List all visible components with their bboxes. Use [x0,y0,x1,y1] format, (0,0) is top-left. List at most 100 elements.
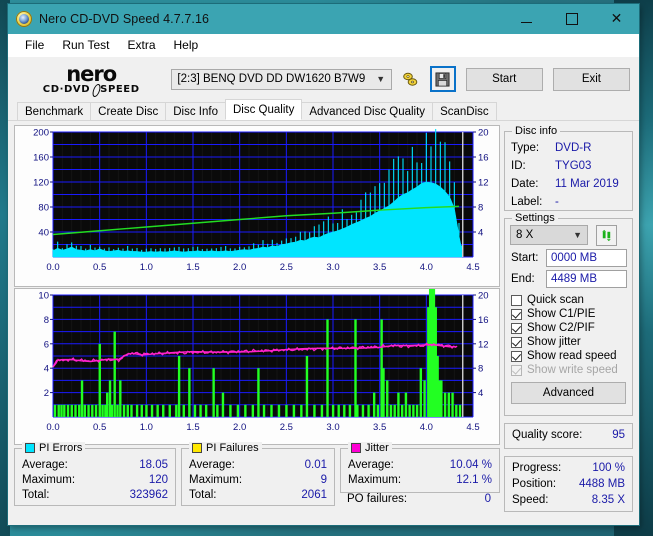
svg-text:20: 20 [478,128,489,139]
svg-text:16: 16 [478,315,489,326]
speed-select[interactable]: 8 X ▼ [510,225,588,245]
speed-select-value: 8 X [516,229,534,241]
tab-scandisc[interactable]: ScanDisc [432,102,497,120]
checkbox-show-c1-pie[interactable]: Show C1/PIE [505,306,632,320]
settings-group: Settings 8 X ▼ Start: 0000 MB End: 4489 … [504,212,633,416]
jitter-maximum-row: Maximum: 12.1 % [341,473,499,488]
svg-text:8: 8 [478,364,483,375]
eject-disc-button[interactable] [398,66,424,92]
pi-failures-total-label: Total: [189,489,217,501]
pi-errors-maximum-value: 120 [148,474,168,486]
svg-text:4: 4 [478,228,483,239]
jitter-color-swatch [351,443,361,453]
toolbar: nero CD·DVD SPEED [2:3] BENQ DVD DD DW16… [8,57,639,101]
checkbox-checked-disabled-icon [511,364,522,376]
svg-text:2: 2 [44,388,49,399]
checkbox-checked-icon [511,308,522,320]
disc-date-row: Date: 11 Mar 2019 [505,175,632,193]
end-field-label: End: [511,273,535,285]
status-group: Progress: 100 % Position: 4488 MB Speed:… [504,456,633,512]
svg-text:0.0: 0.0 [46,422,59,433]
tab-disc-quality[interactable]: Disc Quality [225,99,303,120]
checkbox-show-read-speed[interactable]: Show read speed [505,348,632,362]
pi-failures-jitter-chart-canvas: 10 8 6 4 2 20 16 12 8 4 0.0 0.5 1.0 1.5 2.0 2.5 3.0 3.5 4.… [38,197,489,433]
quality-score-value: 95 [612,429,625,441]
pi-failures-color-swatch [192,443,202,453]
tab-create-disc[interactable]: Create Disc [90,102,167,120]
nero-logo: nero CD·DVD SPEED [17,59,165,99]
svg-text:12: 12 [478,339,489,350]
speed-value: 8.35 X [591,494,625,506]
tab-advanced-disc-quality[interactable]: Advanced Disc Quality [301,102,434,120]
start-button[interactable]: Start [465,67,543,91]
disc-info-group: Disc info Type: DVD-R ID: TYG03 Date: 11… [504,125,633,211]
disc-date-value: 11 Mar 2019 [555,178,619,190]
exit-button[interactable]: Exit [552,67,630,91]
pi-errors-color-swatch [25,443,35,453]
menu-item-run-test[interactable]: Run Test [53,36,118,54]
svg-text:3.5: 3.5 [373,422,386,433]
checkbox-show-jitter[interactable]: Show jitter [505,334,632,348]
checkbox-quick-scan-label: Quick scan [527,294,584,306]
end-input[interactable]: 4489 MB [546,270,627,288]
svg-text:20: 20 [478,291,489,302]
pi-errors-chart-canvas: 200 160 120 80 40 20 16 12 8 4 0.0 0.5 1.0 1.5 2.0 2.5 3… [33,128,489,274]
drive-select[interactable]: [2:3] BENQ DVD DD DW1620 B7W9 ▼ [171,68,393,90]
end-field-row: End: 4489 MB [505,267,632,288]
right-panel: Disc info Type: DVD-R ID: TYG03 Date: 11… [504,125,633,521]
quality-score-label: Quality score: [512,429,583,441]
pi-errors-total-value: 323962 [129,489,168,501]
menu-item-file[interactable]: File [16,36,53,54]
jitter-average-value: 10.04 % [449,459,492,471]
pi-errors-stats: PI Errors Average: 18.05 Maximum: 120 To… [14,442,176,506]
drive-select-value: [2:3] BENQ DVD DD DW1620 B7W9 [177,73,366,85]
svg-text:0.5: 0.5 [93,422,106,433]
disc-type-row: Type: DVD-R [505,139,632,157]
tab-benchmark[interactable]: Benchmark [17,102,92,120]
svg-text:0.5: 0.5 [93,262,106,273]
minimize-button[interactable] [504,4,549,34]
disc-type-value: DVD-R [555,142,592,154]
chevron-down-icon: ▼ [376,74,386,84]
svg-text:4.0: 4.0 [420,262,433,273]
svg-text:4: 4 [478,388,483,399]
pi-failures-maximum-value: 9 [320,474,327,486]
close-button[interactable]: ✕ [594,4,639,34]
svg-text:2.0: 2.0 [233,262,246,273]
refresh-button[interactable] [596,225,618,246]
svg-text:0.0: 0.0 [46,262,59,273]
checkbox-checked-icon [511,322,522,334]
save-button[interactable] [429,66,456,92]
checkbox-show-c2-pif[interactable]: Show C2/PIF [505,320,632,334]
jitter-stats-title: Jitter [348,442,392,454]
pi-errors-maximum-label: Maximum: [22,474,76,486]
pi-failures-stats-label: PI Failures [206,442,259,454]
svg-text:200: 200 [33,128,49,139]
menu-item-extra[interactable]: Extra [118,36,164,54]
tab-disc-info[interactable]: Disc Info [165,102,226,120]
pi-failures-average-label: Average: [189,459,235,471]
advanced-button[interactable]: Advanced [511,382,626,404]
svg-text:10: 10 [38,291,49,302]
title-bar: Nero CD-DVD Speed 4.7.7.16 ✕ [8,4,639,34]
disc-id-label: ID: [511,160,526,172]
settings-title: Settings [512,212,558,224]
disc-id-value: TYG03 [555,160,592,172]
svg-text:6: 6 [44,339,49,350]
chevron-down-icon: ▼ [573,230,582,240]
svg-text:3.0: 3.0 [326,422,339,433]
disc-label-label: Label: [511,196,543,208]
pi-errors-chart: 200 160 120 80 40 20 16 12 8 4 0.0 0.5 1.0 1.5 2.0 2.5 3… [14,125,500,287]
start-input[interactable]: 0000 MB [546,249,627,267]
eject-disc-icon [403,72,418,86]
pi-failures-jitter-chart: 10 8 6 4 2 20 16 12 8 4 0.0 0.5 1.0 1.5 2.0 2.5 3.0 3.5 4.… [14,197,500,445]
speed-row: Speed: 8.35 X [505,492,632,508]
jitter-average-label: Average: [348,459,394,471]
menu-item-help[interactable]: Help [165,36,208,54]
svg-text:4: 4 [44,364,49,375]
progress-value: 100 % [592,462,625,474]
checkbox-show-c2-pif-label: Show C2/PIF [527,322,595,334]
maximize-button[interactable] [549,4,594,34]
svg-text:1.0: 1.0 [140,262,153,273]
checkbox-quick-scan[interactable]: Quick scan [505,292,632,306]
